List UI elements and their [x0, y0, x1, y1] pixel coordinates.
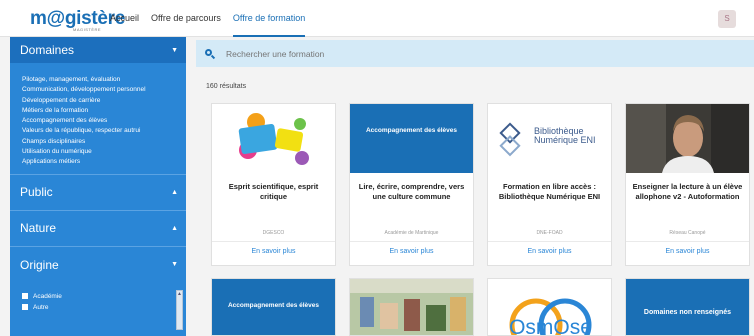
- course-card[interactable]: Accompagnement des élèves Lire, écrire, …: [349, 103, 474, 266]
- domaine-item[interactable]: Applications métiers: [22, 157, 186, 167]
- en-savoir-plus-link[interactable]: En savoir plus: [626, 248, 749, 255]
- course-source: DGESCO: [262, 230, 285, 236]
- course-card[interactable]: Esprit scientifique, esprit critique DGE…: [211, 103, 336, 266]
- domaine-item[interactable]: Champs disciplinaires: [22, 137, 186, 147]
- nav-offre-de-parcours[interactable]: Offre de parcours: [151, 0, 221, 37]
- course-title[interactable]: Lire, écrire, comprendre, vers une cultu…: [350, 173, 473, 226]
- en-savoir-plus-link[interactable]: En savoir plus: [350, 248, 473, 255]
- main-nav: Accueil Offre de parcours Offre de forma…: [110, 0, 317, 37]
- course-thumbnail: [212, 104, 335, 173]
- course-card[interactable]: Enseigner la lecture à un élève allophon…: [625, 103, 750, 266]
- domaine-item[interactable]: Métiers de la formation: [22, 106, 186, 116]
- course-thumbnail: [626, 104, 749, 173]
- chevron-up-icon: ▲: [171, 224, 178, 232]
- results-count: 160 résultats: [206, 83, 247, 90]
- domaine-item[interactable]: Développement de carrière: [22, 96, 186, 106]
- domaine-item[interactable]: Communication, développement personnel: [22, 85, 186, 95]
- course-thumbnail: Bibliothèque Numérique ENI: [488, 104, 611, 173]
- avatar[interactable]: S: [718, 10, 736, 28]
- public-header[interactable]: Public ▲: [10, 175, 186, 211]
- osmose-logo-text: OsmOse: [509, 316, 592, 336]
- filter-sidebar: Domaines ▼ Pilotage, management, évaluat…: [10, 37, 186, 336]
- course-title[interactable]: Enseigner la lecture à un élève allophon…: [626, 173, 749, 226]
- domaines-header[interactable]: Domaines ▼: [10, 37, 186, 63]
- chevron-down-icon: ▼: [171, 261, 178, 269]
- search-input[interactable]: [226, 48, 626, 59]
- origine-label: Académie: [33, 292, 62, 300]
- domaines-list: Pilotage, management, évaluation Communi…: [10, 63, 186, 168]
- nature-title: Nature: [20, 221, 57, 236]
- course-card-thumbnail[interactable]: OsmOse: [487, 278, 612, 336]
- domaine-item[interactable]: Utilisation du numérique: [22, 147, 186, 157]
- course-source: Académie de Martinique: [384, 230, 439, 236]
- origine-label: Autre: [33, 303, 49, 311]
- nav-offre-de-formation[interactable]: Offre de formation: [232, 0, 306, 37]
- course-card-thumbnail[interactable]: [349, 278, 474, 336]
- en-savoir-plus-link[interactable]: En savoir plus: [488, 248, 611, 255]
- origine-list: Académie Autre ▲: [10, 283, 186, 330]
- chevron-up-icon: ▲: [171, 188, 178, 196]
- origine-title: Origine: [20, 257, 59, 272]
- course-title[interactable]: Esprit scientifique, esprit critique: [212, 173, 335, 226]
- checkbox[interactable]: [22, 293, 28, 300]
- bibliotheque-logo-text: Bibliothèque Numérique ENI: [534, 126, 596, 145]
- logo-subtitle: MAGISTÈRE: [73, 27, 102, 32]
- domaine-item[interactable]: Valeurs de la république, respecter autr…: [22, 126, 186, 136]
- top-bar: m@gistère MAGISTÈRE Accueil Offre de par…: [0, 0, 754, 37]
- course-card-thumbnail[interactable]: Domaines non renseignés: [625, 278, 750, 336]
- en-savoir-plus-link[interactable]: En savoir plus: [212, 248, 335, 255]
- chevron-down-icon: ▼: [171, 46, 178, 54]
- origine-option[interactable]: Académie: [22, 291, 186, 302]
- course-thumbnail: Accompagnement des élèves: [350, 104, 473, 173]
- origine-header[interactable]: Origine ▼: [10, 247, 186, 283]
- scrollbar[interactable]: ▲: [176, 289, 183, 330]
- checkbox[interactable]: [22, 304, 28, 311]
- search-bar: [196, 40, 754, 67]
- domaines-title: Domaines: [20, 43, 75, 57]
- course-title[interactable]: Formation en libre accès : Bibliothèque …: [488, 173, 611, 226]
- origine-option[interactable]: Autre: [22, 302, 186, 313]
- course-source: Réseau Canopé: [669, 230, 706, 236]
- search-icon[interactable]: [204, 48, 216, 60]
- nature-header[interactable]: Nature ▲: [10, 211, 186, 247]
- domaine-item[interactable]: Accompagnement des élèves: [22, 116, 186, 126]
- public-title: Public: [20, 185, 53, 200]
- course-source: DNE-FOAD: [536, 230, 563, 236]
- scroll-up-icon[interactable]: ▲: [177, 291, 182, 298]
- domaine-item[interactable]: Pilotage, management, évaluation: [22, 75, 186, 85]
- course-card[interactable]: Bibliothèque Numérique ENI Formation en …: [487, 103, 612, 266]
- course-card-thumbnail[interactable]: Accompagnement des élèves: [211, 278, 336, 336]
- nav-accueil[interactable]: Accueil: [110, 0, 139, 37]
